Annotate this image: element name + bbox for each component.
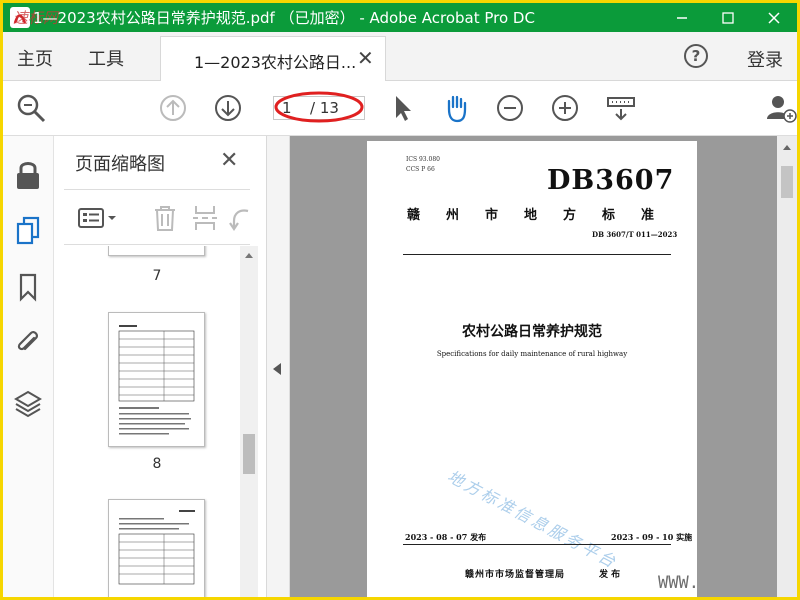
document-viewer: ICS 93.080 CCS P 66 DB3607 赣州市地方标准 DB 36… [267,136,797,597]
tab-document[interactable]: 1—2023农村公路日... ✕ [160,36,386,81]
divider [403,544,671,545]
ccs-line: CCS P 66 [406,166,435,173]
thumbnail-number: 7 [152,268,162,284]
title-bar: 速标网 1—2023农村公路日常养护规范.pdf （已加密） - Adobe A… [3,3,797,32]
rail-layers[interactable] [11,386,45,420]
layers-icon [14,390,42,418]
ics-line: ICS 93.080 [406,156,440,163]
zoom-out-icon[interactable] [494,92,526,124]
thumbnail-list[interactable]: 7 8 [54,246,240,597]
standard-number: DB 3607/T 011—2023 [592,230,678,239]
thumbnail-options-icon[interactable] [76,203,120,233]
tab-tools[interactable]: 工具 [88,45,124,71]
standard-region: 赣州市地方标准 [407,208,681,223]
toolbar: 1 / 13 [3,81,797,136]
rail-attachments[interactable] [11,326,45,360]
thumbnail-toolbar [64,189,250,245]
publish-label: 发 布 [599,570,621,580]
previous-page-icon[interactable] [157,92,189,124]
red-annotation-oval [274,91,364,123]
add-user-icon[interactable] [765,92,797,124]
paperclip-icon [17,331,38,351]
document-tab-label: 1—2023农村公路日... [194,53,357,72]
login-button[interactable]: 登录 [747,46,783,72]
rail-bookmarks[interactable] [11,270,45,304]
thumbnail-content [118,510,195,585]
minimize-icon [677,16,687,19]
close-panel-icon[interactable]: ✕ [220,148,238,173]
rotate-page-icon[interactable] [228,203,250,233]
collapse-panel-button[interactable] [267,136,290,597]
standard-code: DB3607 [547,165,675,196]
scroll-up-icon[interactable] [777,140,797,154]
thumbnail-scrollbar[interactable] [240,246,258,597]
delete-page-icon[interactable] [150,203,180,233]
maximize-icon [722,11,734,24]
rail-security[interactable] [11,158,45,192]
lock-icon [17,162,39,189]
tab-bar: 主页 工具 1—2023农村公路日... ✕ ? 登录 [3,32,797,81]
panel-title: 页面缩略图 [75,154,165,175]
divider [403,254,671,255]
site-watermark: WWW. [658,573,699,593]
thumbnail-page-8[interactable] [108,312,205,447]
ics-code: ICS 93.080 CCS P 66 [406,155,440,175]
window-title: 1—2023农村公路日常养护规范.pdf （已加密） - Adobe Acrob… [33,9,535,27]
maximize-button[interactable] [705,3,751,32]
document-title: 农村公路日常养护规范 [462,324,602,340]
implementation-date: 2023 - 09 - 10 实施 [611,532,693,542]
tab-home[interactable]: 主页 [17,45,53,71]
pdf-page: ICS 93.080 CCS P 66 DB3607 赣州市地方标准 DB 36… [367,141,697,597]
hand-tool-icon[interactable] [440,92,472,124]
thumbnail-number: 8 [152,456,162,472]
document-scrollbar[interactable] [777,136,797,597]
bookmark-icon [19,273,37,302]
scroll-mode-icon[interactable] [605,92,637,124]
left-navigation-rail [3,136,54,597]
scrollbar-thumb[interactable] [781,166,793,198]
close-window-button[interactable] [751,3,797,32]
next-page-icon[interactable] [212,92,244,124]
thumbnail-page-9[interactable] [108,499,205,597]
scrollbar-thumb[interactable] [243,434,255,474]
document-watermark: 地方标准信息服务平台 [444,466,621,573]
page-thumbnails-icon [16,216,40,245]
chevron-left-icon [273,363,281,375]
help-icon[interactable]: ? [684,44,708,68]
zoom-in-icon[interactable] [549,92,581,124]
document-title-english: Specifications for daily maintenance of … [436,350,628,358]
app-window: 速标网 1—2023农村公路日常养护规范.pdf （已加密） - Adobe A… [3,3,797,597]
minimize-button[interactable] [659,3,705,32]
close-tab-icon[interactable]: ✕ [357,46,374,70]
rail-page-thumbnails[interactable] [11,214,45,248]
scroll-up-icon[interactable] [240,248,258,262]
close-icon [768,11,780,24]
zoom-search-icon[interactable] [15,92,47,124]
publisher: 赣州市市场监督管理局 [465,570,566,580]
issue-date: 2023 - 08 - 07 发布 [405,532,487,542]
split-page-icon[interactable] [190,203,220,233]
thumbnail-page-7[interactable] [108,246,205,256]
page-thumbnails-panel: 页面缩略图 ✕ 7 8 [54,136,267,597]
select-cursor-icon[interactable] [387,92,419,124]
thumbnail-content [118,325,195,435]
